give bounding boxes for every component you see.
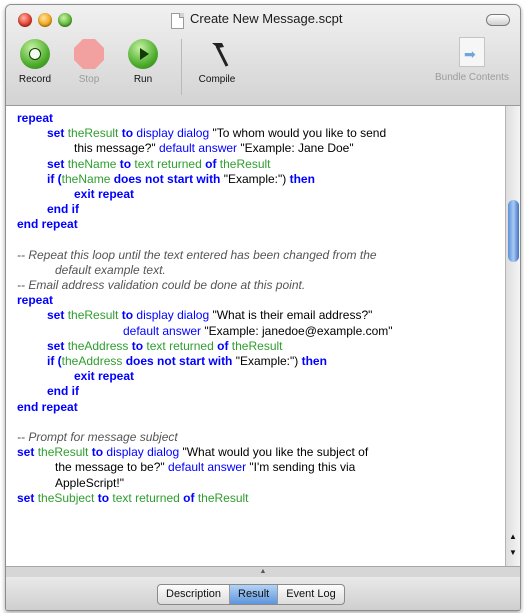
toolbar-separator [181, 39, 182, 95]
tab-event-log[interactable]: Event Log [278, 585, 344, 604]
code-line: AppleScript!" [55, 475, 124, 490]
title-bar: Create New Message.scpt Record Stop Run … [6, 5, 520, 106]
code-line: end repeat [17, 217, 78, 232]
compile-button[interactable]: Compile [191, 35, 243, 99]
toolbar-toggle-button[interactable] [486, 14, 510, 26]
code-line: set theSubject to text returned of theRe… [17, 490, 249, 505]
bundle-contents-icon: ➡ [459, 37, 485, 67]
comment-line: -- Email address validation could be don… [17, 278, 306, 293]
run-button[interactable]: Run [123, 35, 163, 99]
stop-icon [74, 39, 104, 69]
code-line: set theAddress to text returned of theRe… [47, 338, 283, 353]
bundle-contents-button[interactable]: ➡ Bundle Contents [426, 35, 518, 99]
close-window-button[interactable] [18, 13, 32, 27]
stop-label: Stop [78, 74, 100, 85]
code-line: set theResult to display dialog "What wo… [17, 445, 369, 460]
code-line: exit repeat [74, 369, 135, 384]
run-label: Run [133, 74, 153, 85]
stop-button[interactable]: Stop [69, 35, 109, 99]
record-label: Record [18, 74, 52, 85]
compile-label: Compile [198, 74, 236, 85]
pane-tabs: Description Result Event Log [157, 584, 345, 605]
scroll-up-arrow-icon[interactable]: ▲ [509, 532, 517, 541]
scrollbar-thumb[interactable] [508, 200, 519, 262]
comment-line: default example text. [55, 262, 166, 277]
split-view-divider[interactable]: ▲ [6, 566, 520, 577]
script-editor[interactable]: repeat set theResult to display dialog "… [6, 106, 505, 566]
code-line: set theResult to display dialog "To whom… [47, 126, 387, 141]
code-line: this message?" default answer "Example: … [74, 141, 354, 156]
record-button[interactable]: Record [12, 35, 58, 99]
code-line: if (theAddress does not start with "Exam… [47, 354, 327, 368]
code-line: if (theName does not start with "Example… [47, 171, 315, 186]
code-line: repeat [17, 111, 54, 125]
scroll-down-arrow-icon[interactable]: ▼ [509, 548, 517, 557]
code-line: end if [47, 384, 79, 399]
script-editor-window: Create New Message.scpt Record Stop Run … [5, 4, 521, 611]
zoom-window-button[interactable] [58, 13, 72, 27]
code-line: exit repeat [74, 186, 135, 201]
code-line: the message to be?" default answer "I'm … [55, 460, 356, 475]
code-line: end if [47, 202, 79, 217]
code-line: default answer "Example: janedoe@example… [123, 323, 393, 338]
window-title: Create New Message.scpt [190, 11, 343, 26]
tab-result[interactable]: Result [230, 585, 279, 604]
code-line: set theResult to display dialog "What is… [47, 308, 373, 323]
comment-line: -- Repeat this loop until the text enter… [17, 247, 377, 262]
bundle-contents-label: Bundle Contents [435, 72, 509, 83]
script-document-icon [171, 13, 184, 29]
code-line: end repeat [17, 399, 78, 414]
run-icon [128, 39, 158, 69]
tab-description[interactable]: Description [158, 585, 231, 604]
code-line: repeat [17, 293, 54, 308]
comment-line: -- Prompt for message subject [17, 429, 178, 444]
record-icon [20, 39, 50, 69]
script-code: repeat set theResult to display dialog "… [6, 106, 505, 506]
result-pane-bar: Description Result Event Log [6, 577, 520, 610]
hammer-icon [202, 39, 232, 69]
vertical-scrollbar[interactable]: ▲ ▼ [505, 106, 520, 566]
minimize-window-button[interactable] [38, 13, 52, 27]
code-line: set theName to text returned of theResul… [47, 156, 271, 171]
